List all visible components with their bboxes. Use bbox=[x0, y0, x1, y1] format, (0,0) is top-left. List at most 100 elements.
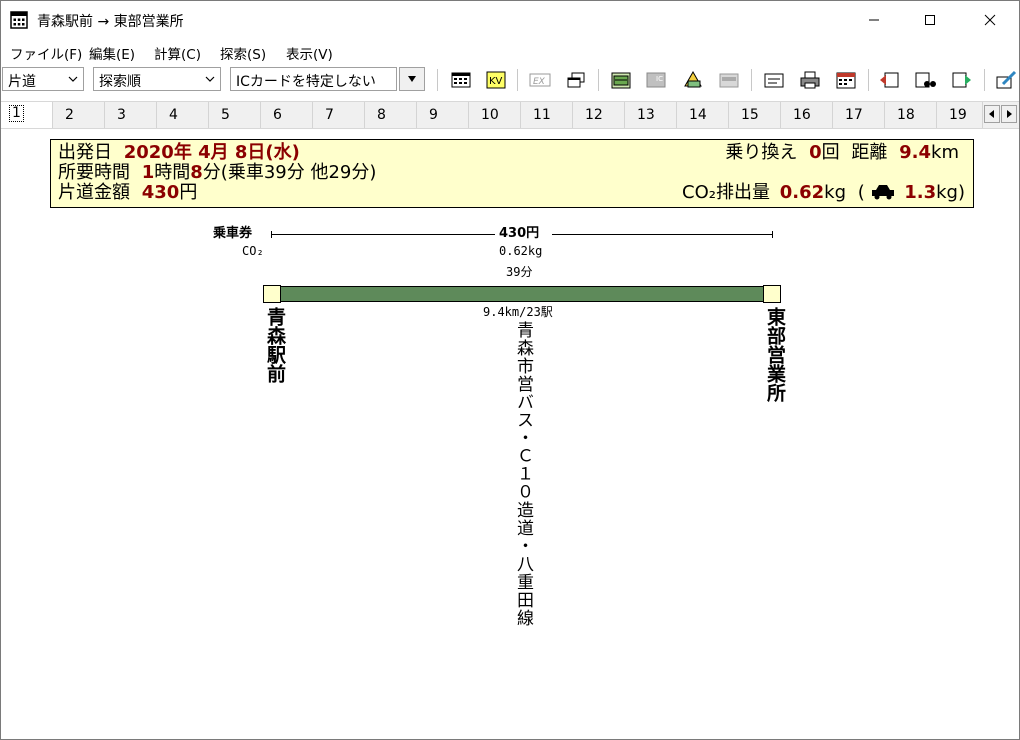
departure-label: 出発日 bbox=[58, 142, 112, 163]
trip-type-select[interactable]: 片道 bbox=[2, 67, 84, 91]
teiki-button[interactable] bbox=[682, 69, 704, 91]
express-button[interactable]: EX bbox=[529, 69, 551, 91]
duration-hours: 1 bbox=[141, 162, 155, 183]
departure-date: 2020年 4月 8日(水) bbox=[123, 142, 300, 163]
commuter-icon bbox=[719, 73, 739, 88]
tab-label: 10 bbox=[481, 107, 499, 123]
window-icon bbox=[567, 72, 585, 88]
print-button[interactable] bbox=[799, 69, 821, 91]
sort-order-select[interactable]: 探索順 bbox=[93, 67, 221, 91]
destination-station-marker[interactable] bbox=[763, 285, 781, 303]
svg-text:KV: KV bbox=[489, 76, 503, 87]
timetable-icon bbox=[451, 72, 471, 88]
tab-route-15[interactable]: 15 bbox=[729, 102, 781, 128]
tab-label: 7 bbox=[325, 107, 334, 123]
toolbar: 片道 探索順 ICカードを特定しない KV EX IC bbox=[1, 63, 1019, 97]
tab-route-16[interactable]: 16 bbox=[781, 102, 833, 128]
ic-card-dropdown-button[interactable] bbox=[399, 67, 425, 91]
print-icon bbox=[800, 71, 820, 89]
menu-calc[interactable]: 計算(C) bbox=[154, 43, 201, 63]
tab-route-6[interactable]: 6 bbox=[261, 102, 313, 128]
menu-search[interactable]: 探索(S) bbox=[220, 43, 266, 63]
origin-station-name[interactable]: 青森駅前 bbox=[262, 307, 289, 383]
previous-route-button[interactable] bbox=[878, 69, 900, 91]
tab-label: 4 bbox=[169, 107, 178, 123]
tab-scroll-right-button[interactable] bbox=[1001, 105, 1017, 123]
tab-label: 13 bbox=[637, 107, 655, 123]
tab-route-8[interactable]: 8 bbox=[365, 102, 417, 128]
tab-label: 16 bbox=[793, 107, 811, 123]
tab-route-2[interactable]: 2 bbox=[53, 102, 105, 128]
car-paren: ( bbox=[857, 182, 865, 203]
duration-minutes: 8 bbox=[190, 162, 203, 183]
tab-route-12[interactable]: 12 bbox=[573, 102, 625, 128]
tab-label: 2 bbox=[65, 107, 74, 123]
origin-station-marker[interactable] bbox=[263, 285, 281, 303]
line-name[interactable]: 青森市営バス・Ｃ１０造道・八重田線 bbox=[511, 321, 536, 627]
pass-button[interactable] bbox=[610, 69, 632, 91]
find-button[interactable] bbox=[914, 69, 936, 91]
duration-label: 所要時間 bbox=[58, 162, 130, 183]
minimize-icon bbox=[869, 19, 879, 21]
svg-text:IC: IC bbox=[656, 75, 663, 83]
tab-route-11[interactable]: 11 bbox=[521, 102, 573, 128]
toolbar-separator bbox=[984, 69, 985, 91]
duration-detail: 分(乗車39分 他29分) bbox=[202, 162, 377, 183]
tab-label: 6 bbox=[273, 107, 282, 123]
tab-scroll-left-button[interactable] bbox=[984, 105, 1000, 123]
timetable-button[interactable] bbox=[450, 69, 472, 91]
distance-value: 9.4 bbox=[899, 142, 932, 163]
edit-button[interactable] bbox=[995, 69, 1017, 91]
ic-card-button[interactable]: IC bbox=[645, 69, 667, 91]
fare-label: 片道金額 bbox=[58, 182, 130, 203]
menu-file[interactable]: ファイル(F) bbox=[10, 43, 82, 63]
tab-route-19[interactable]: 19 bbox=[937, 102, 983, 128]
tab-route-13[interactable]: 13 bbox=[625, 102, 677, 128]
distance-unit: km bbox=[931, 142, 959, 163]
tab-label: 19 bbox=[949, 107, 967, 123]
tab-route-4[interactable]: 4 bbox=[157, 102, 209, 128]
window-title: 青森駅前 → 東部営業所 bbox=[37, 14, 184, 30]
tab-route-18[interactable]: 18 bbox=[885, 102, 937, 128]
route-diagram: 乗車券 430円 CO₂ 0.62kg 39分 9.4km/23駅 青森駅前 東… bbox=[1, 211, 1019, 739]
menu-edit[interactable]: 編集(E) bbox=[89, 43, 135, 63]
distance-stops: 9.4km/23駅 bbox=[483, 305, 553, 319]
tab-label: 3 bbox=[117, 107, 126, 123]
calendar-button[interactable] bbox=[835, 69, 857, 91]
tab-route-14[interactable]: 14 bbox=[677, 102, 729, 128]
co2-label: CO₂排出量 bbox=[682, 182, 770, 203]
tab-route-17[interactable]: 17 bbox=[833, 102, 885, 128]
tab-route-3[interactable]: 3 bbox=[105, 102, 157, 128]
arrow-left-icon bbox=[989, 110, 994, 118]
maximize-button[interactable] bbox=[907, 1, 953, 39]
minimize-button[interactable] bbox=[851, 1, 897, 39]
tab-route-7[interactable]: 7 bbox=[313, 102, 365, 128]
menu-view[interactable]: 表示(V) bbox=[286, 43, 333, 63]
close-button[interactable] bbox=[967, 1, 1013, 39]
fare-bracket-line bbox=[552, 234, 773, 235]
toolbar-separator bbox=[437, 69, 438, 91]
ic-card-field[interactable]: ICカードを特定しない bbox=[230, 67, 397, 91]
memo-button[interactable] bbox=[763, 69, 785, 91]
ic-card-value: ICカードを特定しない bbox=[236, 74, 376, 90]
tab-route-5[interactable]: 5 bbox=[209, 102, 261, 128]
bus-line-segment[interactable] bbox=[281, 286, 763, 302]
tab-route-1[interactable]: 1 bbox=[1, 102, 53, 128]
destination-station-name[interactable]: 東部営業所 bbox=[762, 307, 789, 402]
commuter-button[interactable] bbox=[718, 69, 740, 91]
window-button[interactable] bbox=[565, 69, 587, 91]
tab-route-9[interactable]: 9 bbox=[417, 102, 469, 128]
forward-icon bbox=[952, 72, 971, 88]
tab-label: 11 bbox=[533, 107, 551, 123]
toolbar-separator bbox=[598, 69, 599, 91]
tab-label: 18 bbox=[897, 107, 915, 123]
tab-route-10[interactable]: 10 bbox=[469, 102, 521, 128]
co2-unit: kg bbox=[824, 182, 846, 203]
ticket-label: 乗車券 bbox=[213, 226, 253, 241]
sort-order-value: 探索順 bbox=[99, 74, 141, 90]
tab-label: 12 bbox=[585, 107, 603, 123]
ic-search-button[interactable]: KV bbox=[485, 69, 507, 91]
next-route-button[interactable] bbox=[951, 69, 973, 91]
fare-bracket-line bbox=[271, 234, 495, 235]
car-co2-value: 1.3 bbox=[904, 182, 937, 203]
